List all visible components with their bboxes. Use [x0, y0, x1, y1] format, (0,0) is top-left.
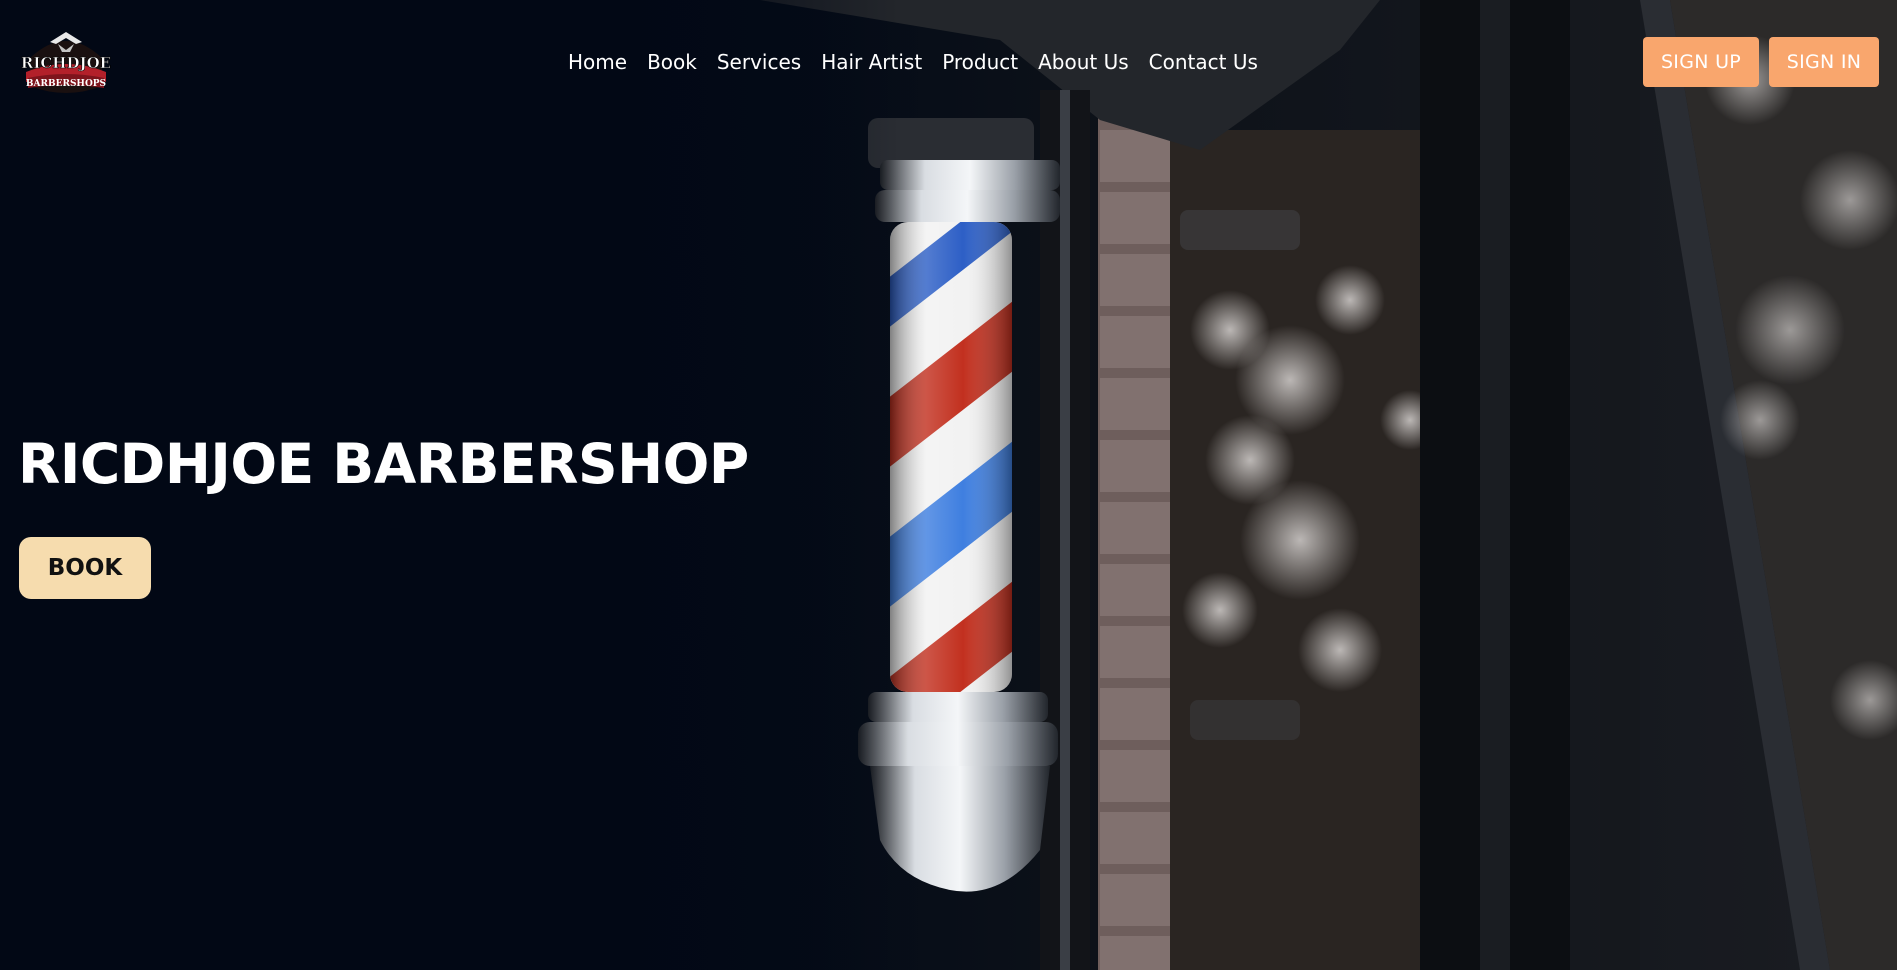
nav-menu: Home Book Services Hair Artist Product A… [568, 50, 1278, 74]
logo[interactable]: RICHDJOE BARBERSHOPS [20, 28, 112, 98]
nav-contact-us-link[interactable]: Contact Us [1149, 50, 1258, 74]
svg-text:BARBERSHOPS: BARBERSHOPS [26, 79, 106, 89]
sign-up-button[interactable]: SIGN UP [1643, 37, 1759, 87]
hero-section: RICHDJOE BARBERSHOPS Home Book Services … [0, 0, 1897, 970]
nav-product-link[interactable]: Product [942, 50, 1018, 74]
nav-home-link[interactable]: Home [568, 50, 627, 74]
hero-title: RICDHJOE BARBERSHOP [18, 432, 749, 496]
nav-services-link[interactable]: Services [717, 50, 801, 74]
nav-about-us-link[interactable]: About Us [1038, 50, 1129, 74]
svg-text:RICHDJOE: RICHDJOE [21, 54, 111, 72]
nav-book-link[interactable]: Book [647, 50, 697, 74]
top-navbar: RICHDJOE BARBERSHOPS Home Book Services … [0, 0, 1897, 128]
book-button[interactable]: BOOK [19, 537, 151, 599]
nav-hair-artist-link[interactable]: Hair Artist [821, 50, 922, 74]
sign-in-button[interactable]: SIGN IN [1769, 37, 1879, 87]
